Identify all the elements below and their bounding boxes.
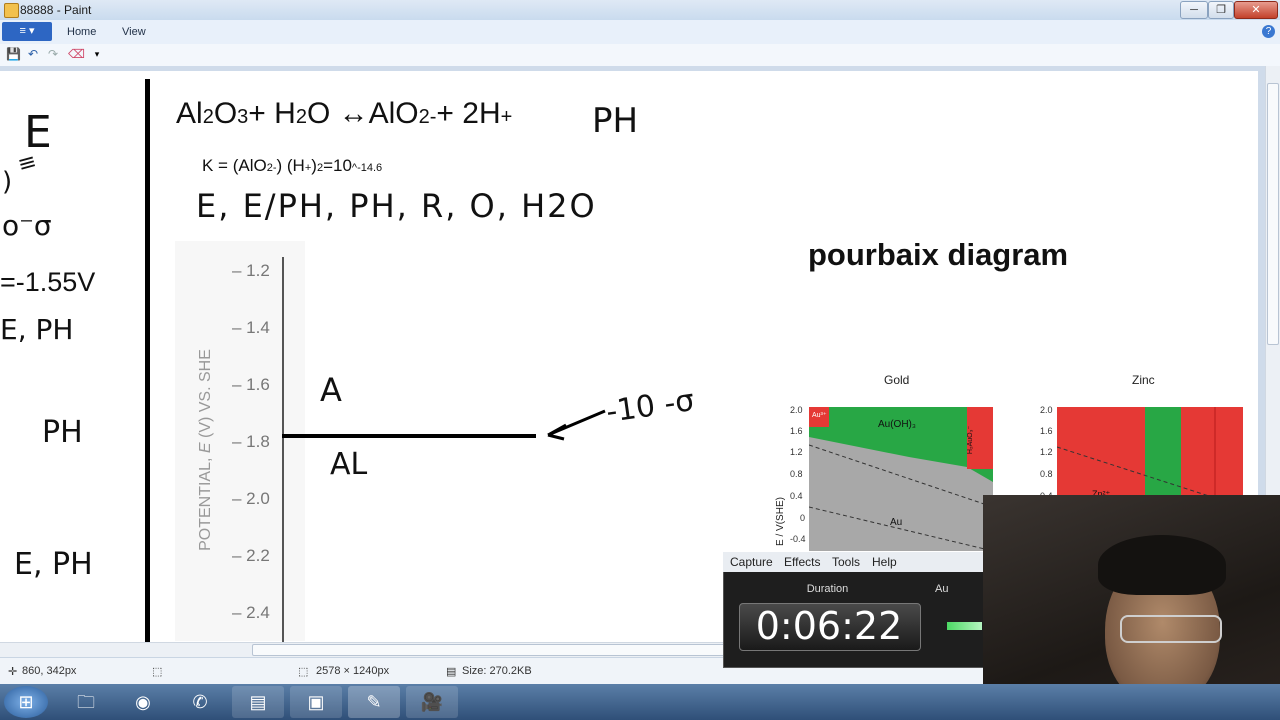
zinc-chart-title: Zinc [1132, 373, 1155, 387]
hand-ten-power: o⁻σ [2, 209, 52, 242]
undo-icon[interactable]: ↶ [26, 47, 40, 61]
recorder-menu-effects[interactable]: Effects [784, 555, 820, 569]
close-button[interactable]: ✕ [1234, 1, 1278, 19]
gold-tick: 0.8 [790, 469, 803, 479]
equilibrium-constant: K = (AlO2-) (H+)2=10^-14.6 [202, 156, 383, 175]
recorder-taskbar-icon[interactable]: 🎥 [406, 686, 458, 718]
zinc-tick: 0.8 [1040, 469, 1053, 479]
zinc-tick: 2.0 [1040, 405, 1053, 415]
gold-region-au: Au [890, 517, 903, 528]
gold-y-label: E / V(SHE) [774, 497, 786, 546]
presenter-hair [1098, 535, 1226, 595]
help-icon[interactable]: ? [1262, 25, 1275, 38]
tick-1-8: – 1.8 [232, 432, 270, 451]
gold-region-h2auo3: H₂AuO₃⁻ [967, 425, 975, 455]
audio-level-meter [947, 622, 982, 630]
divider-line [145, 79, 150, 642]
vertical-scroll-thumb[interactable] [1267, 83, 1279, 345]
tick-1-4: – 1.4 [232, 318, 270, 337]
recorder-menu-help[interactable]: Help [872, 555, 897, 569]
title-bar [0, 0, 1280, 21]
tick-1-2: – 1.2 [232, 261, 270, 280]
quick-access-toolbar [0, 44, 1280, 67]
pourbaix-title: pourbaix diagram [808, 237, 1069, 272]
hand-paren: ) [2, 167, 13, 197]
cursor-position: 860, 342px [22, 665, 77, 677]
tab-home[interactable]: Home [67, 26, 96, 38]
recorder-menu-capture[interactable]: Capture [730, 555, 773, 569]
ribbon-tabs [0, 20, 1280, 45]
equilibrium-line [282, 434, 536, 438]
zinc-pourbaix-chart [1057, 407, 1243, 507]
hand-label-a: A [320, 371, 342, 409]
minimize-button[interactable]: ─ [1180, 1, 1208, 19]
save-icon[interactable]: 💾 [6, 47, 21, 61]
hand-ph-top: PH [592, 101, 639, 141]
gold-region-au3: Au³⁺ [812, 412, 827, 419]
image-dimensions: 2578 × 1240px [316, 665, 390, 677]
redo-icon[interactable]: ↷ [46, 47, 60, 61]
paint-taskbar-icon[interactable]: ✎ [348, 686, 400, 718]
paint-app-icon [4, 3, 19, 18]
chrome-icon[interactable]: ◉ [117, 686, 169, 718]
gold-tick: -0.4 [790, 534, 806, 544]
duration-label: Duration [806, 583, 849, 595]
notes-app-icon[interactable]: ▤ [232, 686, 284, 718]
gold-tick: 2.0 [790, 405, 803, 415]
gold-tick: 0.4 [790, 491, 803, 501]
voltage-value: =-1.55V [0, 267, 96, 297]
gold-tick: 1.2 [790, 447, 803, 457]
plot-y-label: POTENTIAL, E (V) VS. SHE [197, 349, 214, 551]
eraser-icon[interactable]: ⌫ [68, 47, 85, 61]
presenter-glasses [1120, 615, 1222, 643]
customize-toolbar-icon[interactable]: ▾ [90, 47, 104, 61]
hand-e-ph-1: E, PH [0, 313, 74, 346]
gold-tick: 1.6 [790, 426, 803, 436]
hand-variables: E, E/PH, PH, R, O, H2O [196, 187, 597, 225]
recorder-menu-tools[interactable]: Tools [832, 555, 860, 569]
image-viewer-icon[interactable]: ▣ [290, 686, 342, 718]
tick-1-6: – 1.6 [232, 375, 270, 394]
gold-chart-title: Gold [884, 373, 910, 387]
maximize-button[interactable]: ❐ [1208, 1, 1234, 19]
explorer-icon[interactable]: 🗀 [60, 686, 112, 718]
image-dimensions-icon: ⬚ [298, 666, 309, 678]
file-size-icon: ▤ [446, 666, 457, 678]
zinc-tick: 1.2 [1040, 447, 1053, 457]
paint-menu-button[interactable]: ≡ ▾ [2, 22, 52, 41]
tick-2-4: – 2.4 [232, 603, 270, 622]
window-title: 88888 - Paint [20, 3, 92, 17]
gold-tick: 0 [800, 513, 806, 523]
selection-size-icon: ⬚ [152, 666, 163, 678]
tick-2-0: – 2.0 [232, 489, 270, 508]
tab-view[interactable]: View [122, 26, 146, 38]
gold-region-auoh: Au(OH)₃ [878, 419, 916, 430]
plot-y-axis [282, 257, 284, 642]
reaction-equation: Al2O3+ H2O ↔AlO2-+ 2H+ [176, 97, 513, 130]
viber-icon[interactable]: ✆ [174, 686, 226, 718]
plot-y-label-wrap: POTENTIAL, E (V) VS. SHE [196, 271, 216, 631]
hand-label-al: AL [330, 447, 368, 482]
file-size: Size: 270.2KB [462, 665, 532, 677]
tick-2-2: – 2.2 [232, 546, 270, 565]
hand-ph: PH [42, 415, 83, 450]
hand-e-ph-2: E, PH [14, 547, 93, 582]
start-button[interactable]: ⊞ [4, 686, 48, 718]
cursor-position-icon: ✛ [8, 666, 18, 678]
zinc-tick: 1.6 [1040, 426, 1053, 436]
audio-label: Au [935, 583, 949, 595]
duration-value: 0:06:22 [755, 604, 903, 648]
